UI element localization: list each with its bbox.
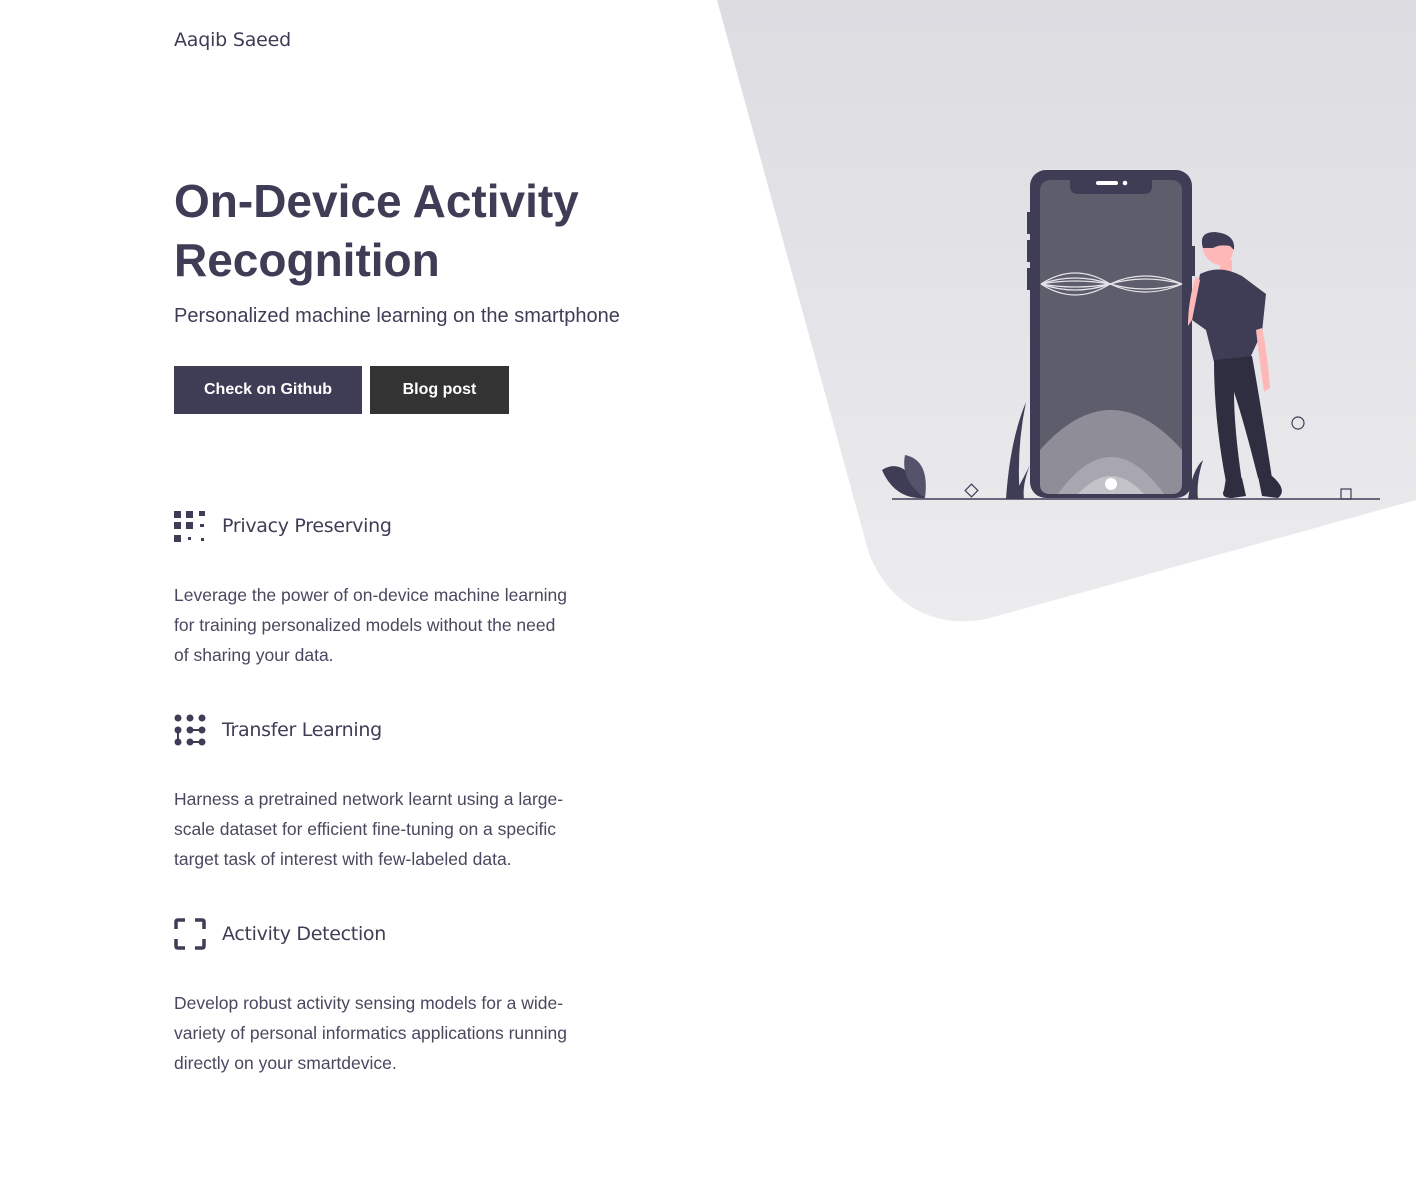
circle-shape <box>1291 416 1305 430</box>
focus-frame-icon <box>174 918 206 950</box>
phone-side-button <box>1191 246 1195 276</box>
feature-header: Transfer Learning <box>174 713 594 747</box>
person-figure <box>1188 232 1282 498</box>
feature-header: Activity Detection <box>174 917 594 951</box>
phone-side-button <box>1027 240 1031 262</box>
feature-transfer-learning: Transfer Learning Harness a pretrained n… <box>174 713 594 874</box>
feature-description: Harness a pretrained network learnt usin… <box>174 789 564 869</box>
phone-notch <box>1070 178 1152 194</box>
feature-activity-detection: Activity Detection Develop robust activi… <box>174 917 594 1078</box>
hero-subtitle: Personalized machine learning on the sma… <box>174 305 620 327</box>
brand-link[interactable]: Aaqib Saeed <box>174 29 291 51</box>
phone-side-button <box>1027 268 1031 290</box>
network-nodes-icon <box>174 714 206 746</box>
feature-description: Develop robust activity sensing models f… <box>174 993 567 1073</box>
blog-post-button[interactable]: Blog post <box>370 366 509 414</box>
feature-header: Privacy Preserving <box>174 509 594 543</box>
phone-home-dot <box>1105 478 1117 490</box>
feature-title: Transfer Learning <box>222 719 382 741</box>
diamond-shape <box>964 483 979 498</box>
check-on-github-button[interactable]: Check on Github <box>174 366 362 414</box>
grid-dots-icon <box>174 511 205 542</box>
feature-title: Privacy Preserving <box>222 515 392 537</box>
feature-privacy: Privacy Preserving Leverage the power of… <box>174 509 594 670</box>
phone-camera <box>1122 180 1128 186</box>
phone-side-button <box>1027 212 1031 234</box>
hero-title: On-Device Activity Recognition <box>174 175 579 286</box>
feature-title: Activity Detection <box>222 923 386 945</box>
square-shape <box>1340 488 1352 500</box>
feature-description: Leverage the power of on-device machine … <box>174 585 568 665</box>
phone-speaker <box>1096 181 1118 185</box>
hero-illustration <box>882 170 1380 500</box>
